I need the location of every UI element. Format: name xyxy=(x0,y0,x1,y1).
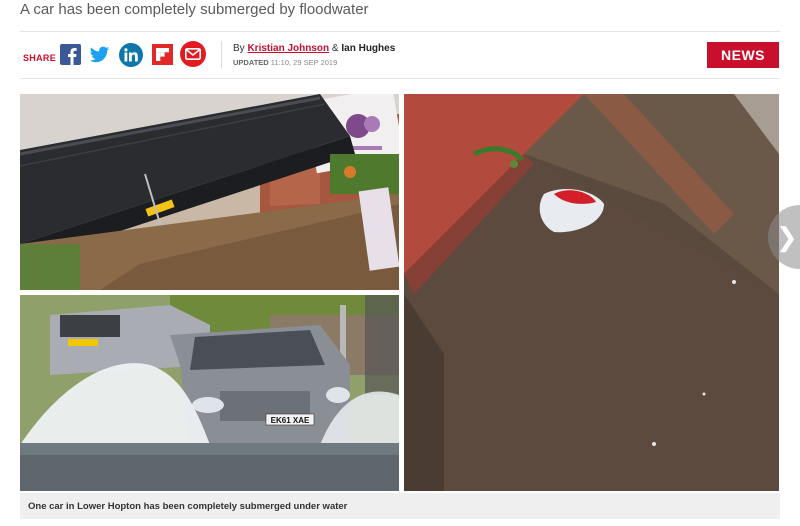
flipboard-icon xyxy=(152,44,173,65)
updated-timestamp: UPDATED 11:10, 29 SEP 2019 xyxy=(233,58,337,67)
email-icon xyxy=(185,48,201,60)
author-name-2: Ian Hughes xyxy=(341,43,396,54)
facebook-icon xyxy=(68,48,77,65)
car-splash-photo: EK61 XAE xyxy=(20,295,399,491)
byline-amp: & xyxy=(331,43,339,54)
twitter-share-button[interactable] xyxy=(89,44,110,65)
author-link-1[interactable]: Kristian Johnson xyxy=(247,43,329,54)
byline-prefix: By xyxy=(233,43,245,54)
updated-time: 11:10, 29 SEP 2019 xyxy=(270,58,338,67)
chevron-right-icon: ❯ xyxy=(776,223,798,253)
flipboard-share-button[interactable] xyxy=(152,44,173,65)
news-section-badge[interactable]: NEWS xyxy=(707,42,779,68)
bridge-flood-photo xyxy=(20,94,399,290)
gallery-caption: One car in Lower Hopton has been complet… xyxy=(20,493,780,519)
license-plate: EK61 XAE xyxy=(271,416,310,425)
twitter-icon xyxy=(89,46,110,63)
byline: By Kristian Johnson & Ian Hughes xyxy=(233,43,395,54)
top-divider xyxy=(20,31,780,32)
submerged-car-photo xyxy=(404,94,779,491)
meta-divider xyxy=(20,78,780,79)
article-subtitle: A car has been completely submerged by f… xyxy=(20,1,369,18)
facebook-share-button[interactable] xyxy=(60,44,81,65)
email-share-button[interactable] xyxy=(180,41,206,67)
share-label: SHARE xyxy=(23,53,57,63)
share-divider xyxy=(221,41,222,68)
linkedin-share-button[interactable] xyxy=(119,43,143,67)
updated-label: UPDATED xyxy=(233,58,269,67)
linkedin-icon xyxy=(124,48,138,62)
